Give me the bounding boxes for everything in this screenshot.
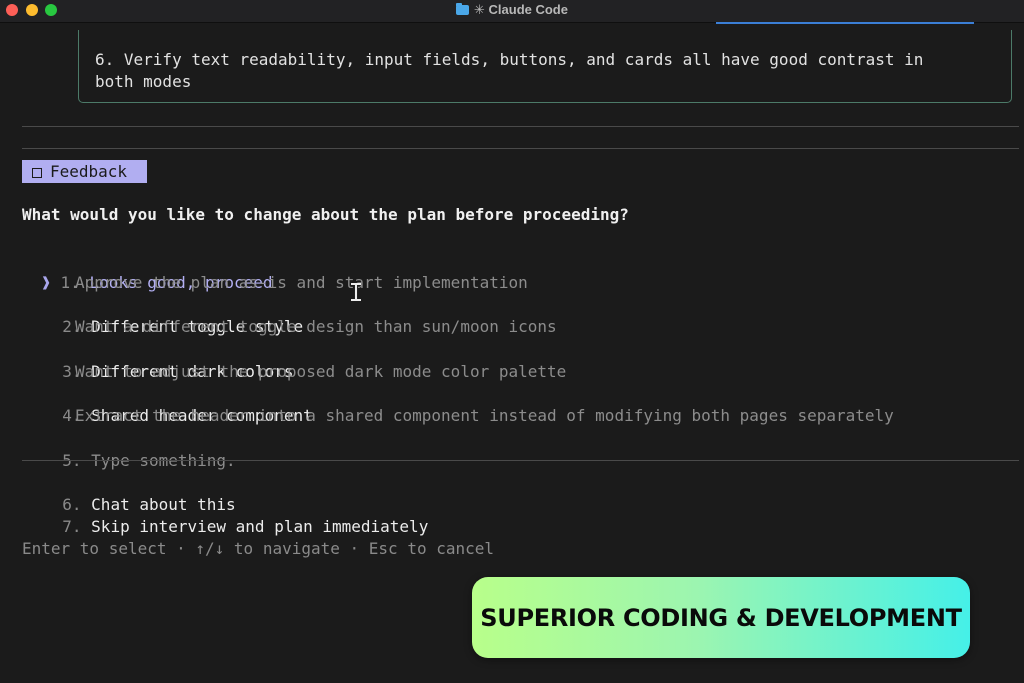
window-title-text: ✳ Claude Code [474, 2, 568, 17]
divider [22, 148, 1019, 149]
option-description: Extract the header into a shared compone… [75, 406, 894, 425]
option-description: Approve the plan as-is and start impleme… [75, 273, 528, 292]
promo-banner-text: SUPERIOR CODING & DEVELOPMENT [480, 603, 962, 632]
plan-box: 6. Verify text readability, input fields… [78, 30, 1012, 103]
window-titlebar: ✳ Claude Code [0, 0, 1024, 23]
selection-pointer-icon: ❱ [41, 273, 51, 292]
checkbox-icon [32, 168, 42, 178]
option-description: Want a different toggle design than sun/… [75, 317, 557, 336]
feedback-tag-label: Feedback [50, 162, 128, 181]
divider [22, 460, 1019, 461]
folder-icon [456, 3, 470, 15]
feedback-question: What would you like to change about the … [22, 205, 629, 224]
option-label: Skip interview and plan immediately [91, 517, 429, 536]
option-7[interactable]: 7. Skip interview and plan immediately [43, 494, 428, 538]
option-5-text-input[interactable]: 5. Type something. [43, 428, 235, 472]
option-description: Want to adjust the proposed dark mode co… [75, 362, 567, 381]
window-title: ✳ Claude Code [0, 2, 1024, 18]
option-number: 7. [62, 517, 82, 536]
plan-step-text: 6. Verify text readability, input fields… [95, 50, 924, 91]
divider [22, 126, 1019, 127]
feedback-tag: Feedback [22, 160, 147, 183]
text-cursor-icon [351, 283, 361, 301]
tab-progress-indicator [716, 22, 974, 24]
promo-banner: SUPERIOR CODING & DEVELOPMENT [472, 577, 970, 658]
keyboard-help-text: Enter to select · ↑/↓ to navigate · Esc … [22, 539, 495, 558]
